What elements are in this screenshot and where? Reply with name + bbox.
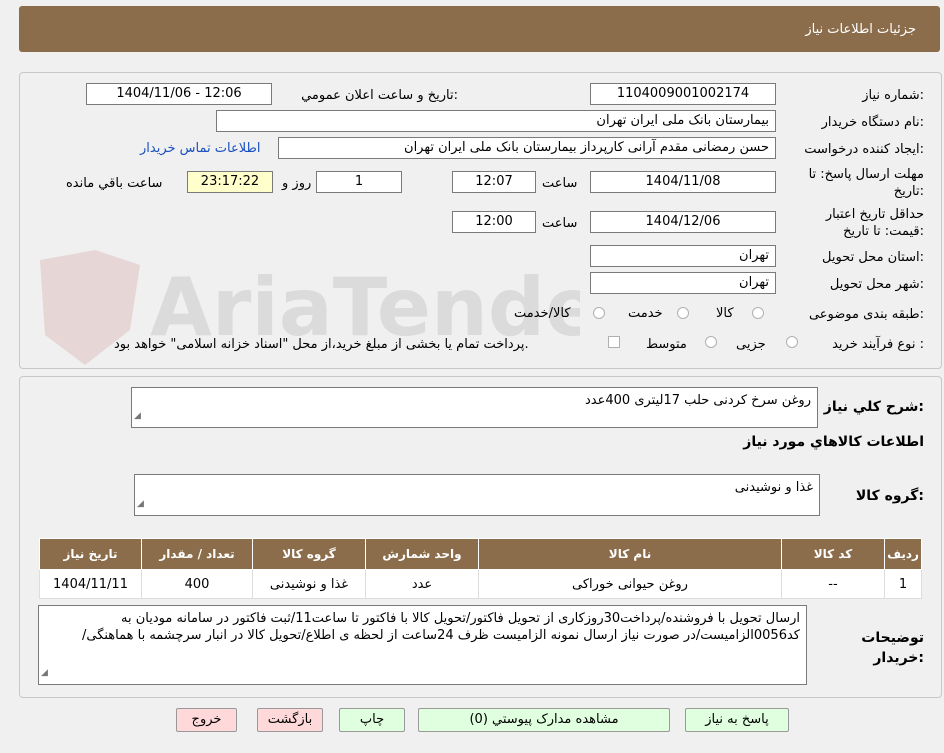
treasury-payment-note: پرداخت تمام یا بخشی از مبلغ خرید،از محل … bbox=[114, 337, 529, 352]
table-row: 1 -- روغن حیوانی خوراکی عدد غذا و نوشیدن… bbox=[39, 569, 922, 599]
process-medium-label: متوسط bbox=[646, 337, 687, 352]
col-unit: واحد شمارش bbox=[365, 538, 479, 570]
city-field: تهران bbox=[590, 272, 776, 294]
province-label: استان محل تحویل: bbox=[822, 250, 924, 265]
goods-table: رديف کد کالا نام کالا واحد شمارش گروه کا… bbox=[39, 538, 922, 599]
category-both-label: کالا/خدمت bbox=[514, 306, 571, 321]
days-label: روز و bbox=[282, 176, 312, 191]
need-number-field: 1104009001002174 bbox=[590, 83, 776, 105]
remaining-time-field: 23:17:22 bbox=[187, 171, 273, 193]
reply-button[interactable]: پاسخ به نياز bbox=[685, 708, 789, 732]
col-name: نام کالا bbox=[478, 538, 782, 570]
cell-code: -- bbox=[781, 569, 885, 599]
goods-table-header: رديف کد کالا نام کالا واحد شمارش گروه کا… bbox=[39, 538, 922, 570]
buyer-notes-text: ارسال تحویل با فروشنده/پرداخت30روزکاری ا… bbox=[81, 611, 800, 643]
remaining-label: ساعت باقي مانده bbox=[66, 176, 163, 191]
deadline-label: مهلت ارسال پاسخ: تا تاریخ: bbox=[808, 167, 924, 199]
province-field: تهران bbox=[590, 245, 776, 267]
cell-date: 1404/11/11 bbox=[39, 569, 142, 599]
col-quantity: تعداد / مقدار bbox=[141, 538, 253, 570]
buyer-notes-label: توضيحات خريدار: bbox=[861, 630, 924, 666]
process-minor-radio[interactable] bbox=[786, 336, 798, 348]
validity-time-label: ساعت bbox=[542, 216, 578, 231]
cell-group: غذا و نوشیدنی bbox=[252, 569, 366, 599]
page-title: جزئیات اطلاعات نیاز bbox=[805, 22, 916, 37]
goods-info-title: اطلاعات کالاهاي مورد نياز bbox=[743, 434, 924, 450]
buyer-field: بیمارستان بانک ملی ایران تهران bbox=[216, 110, 776, 132]
resize-grip-icon[interactable]: ◢ bbox=[134, 408, 141, 425]
announce-label: تاریخ و ساعت اعلان عمومي: bbox=[301, 88, 458, 103]
goods-group-textarea[interactable]: غذا و نوشیدنی ◢ bbox=[134, 474, 820, 516]
deadline-date-field: 1404/11/08 bbox=[590, 171, 776, 193]
city-label: شهر محل تحویل: bbox=[829, 277, 924, 292]
category-label: طبقه بندی موضوعی: bbox=[808, 307, 924, 322]
category-both-radio[interactable] bbox=[593, 307, 605, 319]
view-attachments-button[interactable]: مشاهده مدارک پيوستي (0) bbox=[418, 708, 670, 732]
treasury-payment-checkbox[interactable] bbox=[608, 336, 620, 348]
goods-group-label: گروه کالا: bbox=[855, 488, 924, 504]
page-header: جزئیات اطلاعات نیاز bbox=[19, 6, 940, 52]
validity-time-field: 12:00 bbox=[452, 211, 536, 233]
process-medium-radio[interactable] bbox=[705, 336, 717, 348]
cell-quantity: 400 bbox=[141, 569, 253, 599]
category-service-radio[interactable] bbox=[677, 307, 689, 319]
buyer-label: نام دستگاه خریدار: bbox=[821, 115, 924, 130]
category-goods-radio[interactable] bbox=[752, 307, 764, 319]
general-description-text: روغن سرخ کردنی حلب 17لیتری 400عدد bbox=[585, 393, 811, 408]
need-number-label: شماره نیاز: bbox=[862, 88, 924, 103]
back-button[interactable]: بازگشت bbox=[257, 708, 323, 732]
resize-grip-icon[interactable]: ◢ bbox=[137, 496, 144, 513]
days-field: 1 bbox=[316, 171, 402, 193]
process-label: نوع فرآیند خرید : bbox=[832, 337, 924, 352]
creator-field: حسن رمضانی مقدم آرانی کارپرداز بیمارستان… bbox=[278, 137, 776, 159]
cell-row: 1 bbox=[884, 569, 922, 599]
col-code: کد کالا bbox=[781, 538, 885, 570]
print-button[interactable]: چاپ bbox=[339, 708, 405, 732]
buyer-contact-link[interactable]: اطلاعات تماس خریدار bbox=[140, 141, 260, 156]
process-minor-label: جزیی bbox=[736, 337, 766, 352]
buyer-notes-textarea[interactable]: ارسال تحویل با فروشنده/پرداخت30روزکاری ا… bbox=[38, 605, 807, 685]
creator-label: ایجاد کننده درخواست: bbox=[804, 142, 924, 157]
category-service-label: خدمت bbox=[628, 306, 663, 321]
validity-label: حداقل تاریخ اعتبار قیمت: تا تاریخ: bbox=[825, 207, 924, 239]
goods-group-text: غذا و نوشیدنی bbox=[734, 480, 813, 495]
col-date: تاریخ نیاز bbox=[39, 538, 142, 570]
general-description-label: شرح کلي نياز: bbox=[823, 399, 924, 415]
exit-button[interactable]: خروج bbox=[176, 708, 237, 732]
general-description-textarea[interactable]: روغن سرخ کردنی حلب 17لیتری 400عدد ◢ bbox=[131, 387, 818, 428]
category-goods-label: کالا bbox=[716, 306, 734, 321]
cell-unit: عدد bbox=[365, 569, 479, 599]
validity-date-field: 1404/12/06 bbox=[590, 211, 776, 233]
col-row: رديف bbox=[884, 538, 922, 570]
col-group: گروه کالا bbox=[252, 538, 366, 570]
deadline-time-field: 12:07 bbox=[452, 171, 536, 193]
announce-field: 1404/11/06 - 12:06 bbox=[86, 83, 272, 105]
cell-name: روغن حیوانی خوراکی bbox=[478, 569, 782, 599]
resize-grip-icon[interactable]: ◢ bbox=[41, 665, 48, 682]
deadline-time-label: ساعت bbox=[542, 176, 578, 191]
